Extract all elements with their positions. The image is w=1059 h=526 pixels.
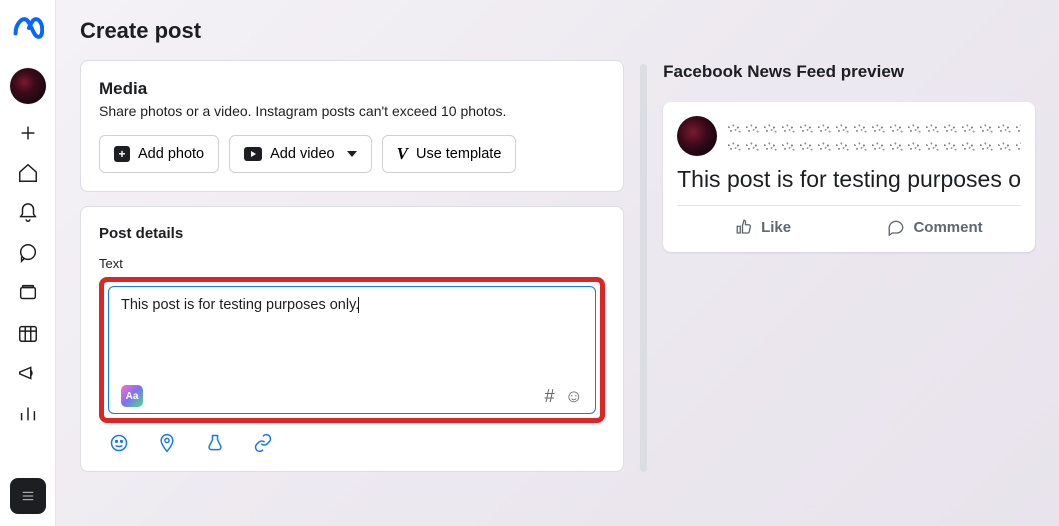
use-template-label: Use template	[416, 146, 501, 162]
post-extras-toolbar	[99, 433, 605, 453]
link-icon[interactable]	[253, 433, 273, 453]
use-template-button[interactable]: V Use template	[382, 135, 517, 173]
preview-title: Facebook News Feed preview	[663, 62, 1035, 82]
notifications-icon[interactable]	[17, 202, 39, 224]
meta-logo[interactable]	[12, 12, 44, 44]
create-icon[interactable]	[17, 122, 39, 144]
planner-icon[interactable]	[17, 322, 39, 344]
scrollbar[interactable]	[640, 64, 647, 472]
text-style-button[interactable]: Aa	[121, 385, 143, 407]
feeling-icon[interactable]	[109, 433, 129, 453]
insights-icon[interactable]	[17, 402, 39, 424]
main-content: Create post Media Share photos or a vide…	[56, 0, 1059, 526]
preview-page-name	[727, 120, 1021, 152]
post-details-label: Post details	[99, 225, 605, 242]
ab-test-icon[interactable]	[205, 433, 225, 453]
left-sidebar	[0, 0, 56, 526]
preview-avatar	[677, 116, 717, 156]
template-icon: V	[397, 144, 408, 164]
home-icon[interactable]	[17, 162, 39, 184]
media-title: Media	[99, 79, 605, 99]
page-title: Create post	[80, 18, 1035, 44]
like-button[interactable]: Like	[677, 212, 849, 242]
user-avatar[interactable]	[10, 68, 46, 104]
post-text-value: This post is for testing purposes only.	[121, 297, 359, 313]
like-label: Like	[761, 219, 791, 236]
chevron-down-icon	[347, 151, 357, 157]
highlight-annotation: This post is for testing purposes only. …	[99, 277, 605, 423]
add-photo-button[interactable]: + Add photo	[99, 135, 219, 173]
add-photo-label: Add photo	[138, 146, 204, 162]
video-icon	[244, 147, 262, 161]
comment-button[interactable]: Comment	[849, 212, 1021, 242]
thumb-up-icon	[735, 218, 753, 236]
add-video-button[interactable]: Add video	[229, 135, 372, 173]
preview-column: Facebook News Feed preview This post is …	[663, 60, 1035, 252]
media-subtitle: Share photos or a video. Instagram posts…	[99, 103, 605, 119]
post-text-input[interactable]: This post is for testing purposes only. …	[108, 286, 596, 414]
text-label: Text	[99, 256, 605, 271]
content-icon[interactable]	[17, 282, 39, 304]
hashtag-button[interactable]: #	[545, 386, 555, 407]
post-details-card: Post details Text This post is for testi…	[80, 206, 624, 472]
comment-label: Comment	[913, 219, 982, 236]
emoji-button[interactable]: ☺	[565, 386, 583, 407]
menu-button[interactable]	[10, 478, 46, 514]
plus-icon: +	[114, 146, 130, 162]
comment-icon	[887, 218, 905, 236]
location-icon[interactable]	[157, 433, 177, 453]
ads-icon[interactable]	[17, 362, 39, 384]
media-card: Media Share photos or a video. Instagram…	[80, 60, 624, 192]
add-video-label: Add video	[270, 146, 335, 162]
preview-post-text: This post is for testing purposes o	[677, 166, 1021, 193]
preview-card: This post is for testing purposes o Like…	[663, 102, 1035, 252]
messages-icon[interactable]	[17, 242, 39, 264]
